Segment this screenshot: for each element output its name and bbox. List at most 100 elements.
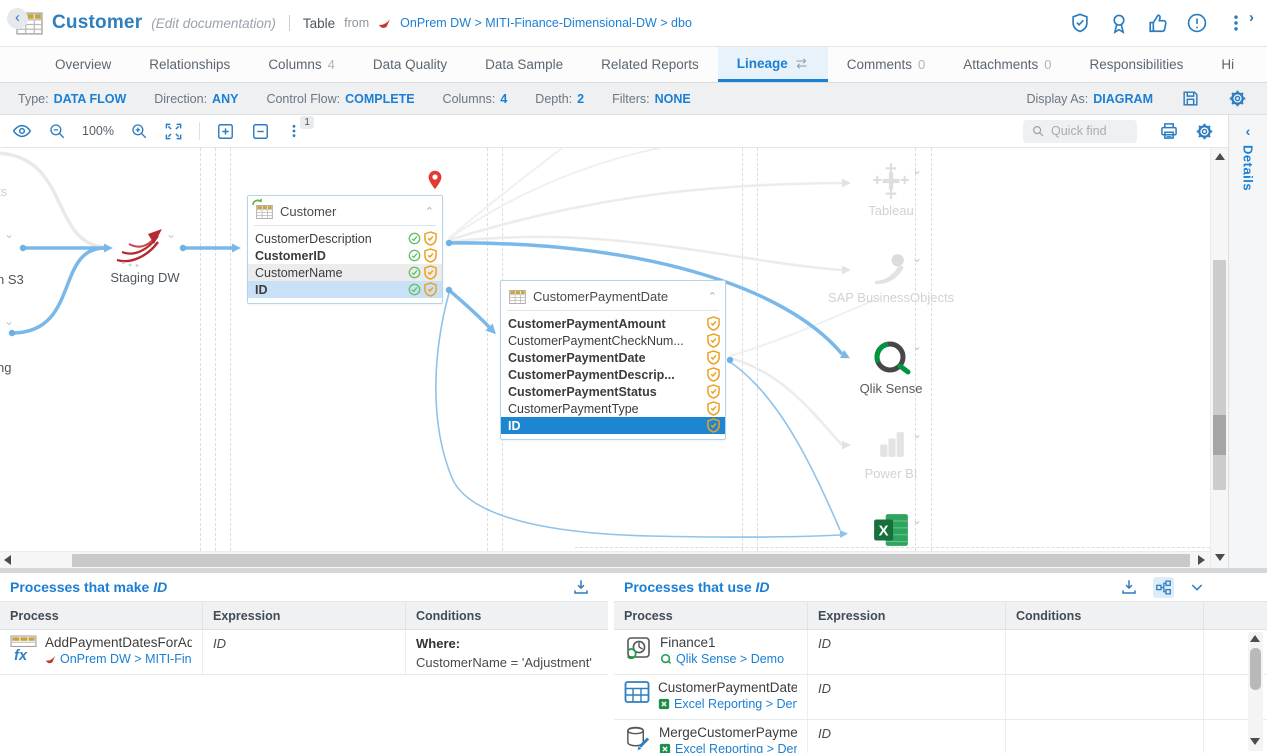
scrollbar-thumb[interactable]: [1250, 648, 1261, 690]
clipped-node-label[interactable]: n S3: [0, 272, 24, 287]
scroll-up-arrow[interactable]: [1250, 635, 1260, 642]
customer-node-header[interactable]: Customer: [248, 196, 442, 225]
column-header-process[interactable]: Process: [0, 602, 203, 629]
filter-direction-value[interactable]: ANY: [212, 92, 238, 106]
scroll-down-arrow[interactable]: [1250, 738, 1260, 745]
tab-attachments[interactable]: Attachments0: [944, 47, 1070, 82]
collapse-panel-button[interactable]: [1187, 577, 1207, 597]
process-name[interactable]: MergeCustomerPaymentDa: [659, 725, 797, 740]
target-qlik-sense[interactable]: Qlik Sense: [821, 338, 961, 396]
details-panel-tab[interactable]: Details: [1228, 115, 1267, 568]
chevron-down-icon[interactable]: [912, 340, 922, 352]
filter-control-flow-value[interactable]: COMPLETE: [345, 92, 414, 106]
tabs-scroll-left-button[interactable]: [7, 8, 28, 29]
target-excel[interactable]: [821, 512, 961, 551]
tabs-scroll-right-button[interactable]: [1241, 8, 1262, 29]
panel-vertical-scrollbar[interactable]: [1248, 632, 1263, 751]
display-as-value[interactable]: DIAGRAM: [1093, 92, 1153, 106]
edit-documentation-link[interactable]: (Edit documentation): [151, 16, 276, 31]
target-sap-businessobjects[interactable]: SAP BusinessObjects: [821, 250, 961, 305]
column-row-paymentamount[interactable]: CustomerPaymentAmount: [501, 315, 725, 332]
chevron-down-icon[interactable]: [4, 315, 14, 327]
chevron-down-icon[interactable]: [912, 514, 922, 526]
collapse-node-icon[interactable]: [425, 205, 434, 218]
export-download-button[interactable]: [570, 576, 592, 598]
column-row-customername[interactable]: CustomerName: [248, 264, 442, 281]
tab-data-quality[interactable]: Data Quality: [354, 47, 466, 82]
tree-view-toggle-button[interactable]: [1153, 577, 1174, 598]
visibility-button[interactable]: [12, 121, 32, 141]
lineage-canvas[interactable]: ts n S3 ng Staging DW Customer: [0, 148, 1210, 551]
zoom-level[interactable]: 100%: [82, 124, 114, 138]
column-header-expression[interactable]: Expression: [203, 602, 406, 629]
chevron-down-icon[interactable]: [166, 228, 176, 240]
lineage-settings-button[interactable]: [1228, 89, 1247, 108]
tab-history-clipped[interactable]: Hi: [1202, 47, 1253, 82]
tab-data-sample[interactable]: Data Sample: [466, 47, 582, 82]
target-tableau[interactable]: Tableau: [821, 162, 961, 218]
overlays-menu-button[interactable]: 1: [286, 123, 302, 139]
filter-depth-value[interactable]: 2: [577, 92, 584, 106]
process-name[interactable]: AddPaymentDatesForAdjust: [45, 635, 192, 650]
column-header-conditions[interactable]: Conditions: [1006, 602, 1204, 629]
column-row-id-selected[interactable]: ID: [501, 417, 725, 434]
scrollbar-thumb[interactable]: [72, 554, 1190, 567]
filter-columns-value[interactable]: 4: [500, 92, 507, 106]
like-button[interactable]: [1143, 8, 1173, 38]
scroll-right-arrow[interactable]: [1198, 555, 1205, 565]
customer-table-node[interactable]: Customer CustomerDescription CustomerID …: [247, 195, 443, 304]
scrollbar-thumb[interactable]: [1213, 260, 1226, 490]
export-download-button[interactable]: [1118, 576, 1140, 598]
column-header-expression[interactable]: Expression: [808, 602, 1006, 629]
diagram-settings-button[interactable]: [1195, 122, 1214, 141]
tab-columns[interactable]: Columns4: [249, 47, 354, 82]
process-name[interactable]: Finance1: [660, 635, 784, 650]
clipped-node-label[interactable]: ng: [0, 360, 11, 375]
tab-comments[interactable]: Comments0: [828, 47, 945, 82]
column-header-conditions[interactable]: Conditions: [406, 602, 608, 629]
process-name[interactable]: CustomerPaymentDate: [658, 680, 797, 695]
column-row-customerid[interactable]: CustomerID: [248, 247, 442, 264]
column-row-paymentchecknum[interactable]: CustomerPaymentCheckNum...: [501, 332, 725, 349]
column-row-customerdescription[interactable]: CustomerDescription: [248, 230, 442, 247]
sql-server-icon[interactable]: [114, 224, 166, 268]
print-button[interactable]: [1159, 121, 1179, 141]
column-row-paymentstatus[interactable]: CustomerPaymentStatus: [501, 383, 725, 400]
chevron-down-icon[interactable]: [912, 428, 922, 440]
target-power-bi[interactable]: Power BI: [821, 426, 961, 481]
collapse-node-icon[interactable]: [708, 290, 717, 303]
zoom-in-button[interactable]: [130, 122, 148, 140]
tab-related-reports[interactable]: Related Reports: [582, 47, 718, 82]
tab-responsibilities[interactable]: Responsibilities: [1071, 47, 1203, 82]
issues-button[interactable]: [1182, 8, 1212, 38]
column-row-paymentdescription[interactable]: CustomerPaymentDescrip...: [501, 366, 725, 383]
customerpaymentdate-node-header[interactable]: CustomerPaymentDate: [501, 281, 725, 310]
column-row-paymentdate[interactable]: CustomerPaymentDate: [501, 349, 725, 366]
column-header-process[interactable]: Process: [614, 602, 808, 629]
scroll-left-arrow[interactable]: [4, 555, 11, 565]
chevron-down-icon[interactable]: [912, 164, 922, 176]
collapse-all-button[interactable]: [251, 122, 270, 141]
scroll-down-arrow[interactable]: [1215, 554, 1225, 561]
tab-lineage[interactable]: Lineage: [718, 47, 828, 82]
zoom-out-button[interactable]: [48, 122, 66, 140]
chevron-down-icon[interactable]: [912, 252, 922, 264]
customerpaymentdate-table-node[interactable]: CustomerPaymentDate CustomerPaymentAmoun…: [500, 280, 726, 440]
tab-overview[interactable]: Overview: [36, 47, 130, 82]
filter-type-value[interactable]: DATA FLOW: [54, 92, 127, 106]
chevron-down-icon[interactable]: [4, 228, 14, 240]
filter-filters-value[interactable]: NONE: [655, 92, 691, 106]
diagram-horizontal-scrollbar[interactable]: [0, 551, 1210, 568]
process-path-link[interactable]: Qlik Sense > Demo: [660, 652, 784, 666]
diagram-vertical-scrollbar[interactable]: [1210, 148, 1228, 568]
breadcrumb[interactable]: OnPrem DW > MITI-Finance-Dimensional-DW …: [400, 16, 692, 30]
quick-find-input[interactable]: [1051, 124, 1131, 138]
column-row-paymenttype[interactable]: CustomerPaymentType: [501, 400, 725, 417]
column-row-id-selected[interactable]: ID: [248, 281, 442, 298]
tab-relationships[interactable]: Relationships: [130, 47, 249, 82]
process-path-link[interactable]: Excel Reporting > Demo >: [658, 697, 797, 711]
expand-all-button[interactable]: [216, 122, 235, 141]
save-view-button[interactable]: [1181, 89, 1200, 108]
scroll-up-arrow[interactable]: [1215, 153, 1225, 160]
endorsement-award-button[interactable]: [1104, 8, 1134, 38]
